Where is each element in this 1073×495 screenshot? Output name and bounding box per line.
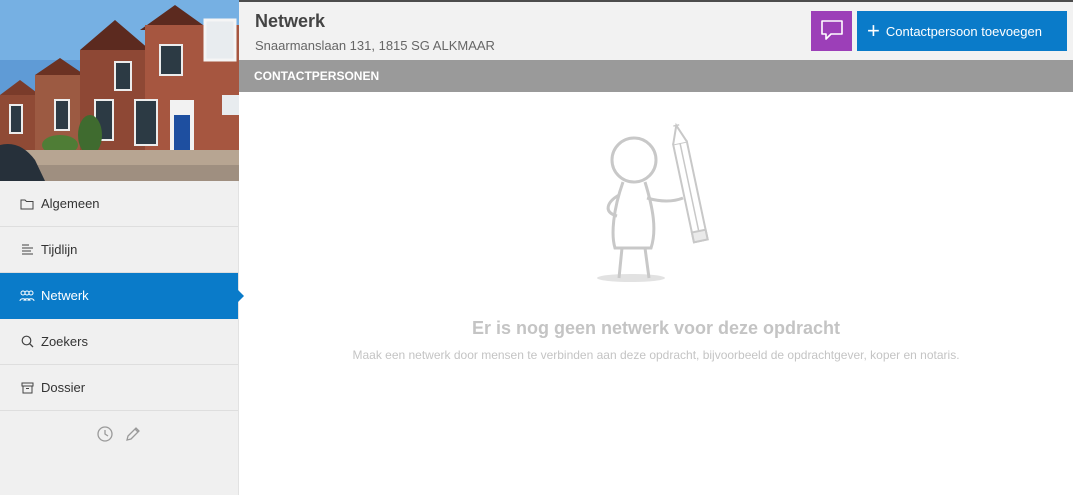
sidebar-item-label: Netwerk (41, 288, 89, 303)
folder-icon (19, 196, 35, 212)
section-title: CONTACTPERSONEN (254, 69, 380, 83)
sidebar-tools (0, 411, 238, 443)
sidebar-nav: Algemeen Tijdlijn Netwerk Zoekers Dossie… (0, 181, 244, 411)
property-address: Snaarmanslaan 131, 1815 SG ALKMAAR (255, 38, 495, 53)
empty-state-title: Er is nog geen netwerk voor deze opdrach… (471, 318, 841, 338)
sidebar-item-netwerk[interactable]: Netwerk (0, 273, 244, 319)
section-header: CONTACTPERSONEN (239, 60, 1073, 92)
chat-button[interactable] (811, 11, 852, 51)
page-title: Netwerk (255, 11, 326, 31)
empty-state: Er is nog geen netwerk voor deze opdrach… (239, 92, 1073, 495)
people-icon (19, 288, 35, 304)
sidebar-item-label: Algemeen (41, 196, 100, 211)
sidebar-item-zoekers[interactable]: Zoekers (0, 319, 238, 365)
sidebar: Algemeen Tijdlijn Netwerk Zoekers Dossie… (0, 0, 244, 495)
sidebar-item-label: Dossier (41, 380, 86, 395)
search-icon (19, 334, 35, 350)
sidebar-item-label: Zoekers (41, 334, 88, 349)
plus-icon: + (867, 18, 880, 43)
add-contact-label: Contactpersoon toevoegen (885, 23, 1042, 39)
timeline-icon (19, 242, 35, 258)
clock-icon[interactable] (96, 425, 114, 443)
property-photo (0, 0, 239, 181)
page-header: Netwerk Snaarmanslaan 131, 1815 SG ALKMA… (239, 0, 1073, 60)
pencil-icon[interactable] (124, 425, 142, 443)
sidebar-item-tijdlijn[interactable]: Tijdlijn (0, 227, 238, 273)
sidebar-item-algemeen[interactable]: Algemeen (0, 181, 238, 227)
add-contact-button[interactable]: + Contactpersoon toevoegen (857, 11, 1067, 51)
sidebar-item-label: Tijdlijn (41, 242, 78, 257)
person-with-pencil-illustration (595, 120, 725, 290)
sidebar-item-dossier[interactable]: Dossier (0, 365, 238, 411)
chat-icon (820, 19, 844, 44)
archive-icon (19, 380, 35, 396)
empty-state-description: Maak een netwerk door mensen te verbinde… (352, 348, 960, 362)
